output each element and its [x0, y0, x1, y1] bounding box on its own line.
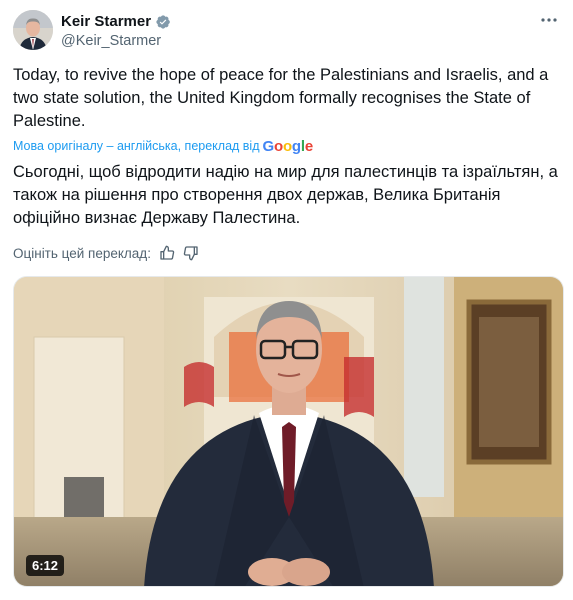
tweet-header: Keir Starmer @Keir_Starmer — [13, 10, 563, 52]
author-names: Keir Starmer @Keir_Starmer — [61, 12, 171, 51]
verified-badge-icon — [155, 14, 171, 30]
translated-tweet-text: Сьогодні, щоб відродити надію на мир для… — [13, 163, 558, 227]
translation-source-link[interactable]: Мова оригіналу – англійська, переклад ві… — [13, 139, 260, 153]
video-duration-badge: 6:12 — [26, 555, 65, 576]
google-logo: Google — [262, 137, 314, 155]
rate-translation-label: Оцініть цей переклад: — [13, 245, 151, 261]
avatar[interactable] — [13, 10, 53, 50]
thumbs-up-icon[interactable] — [159, 245, 175, 261]
author-display-name[interactable]: Keir Starmer — [61, 12, 171, 31]
rate-translation-row: Оцініть цей переклад: — [13, 244, 199, 262]
translation-attribution: Мова оригіналу – англійська, переклад ві… — [13, 137, 313, 155]
video-player[interactable]: 6:12 — [13, 276, 564, 587]
tweet-text: Today, to revive the hope of peace for t… — [13, 66, 549, 130]
author-handle[interactable]: @Keir_Starmer — [61, 32, 171, 51]
video-thumbnail — [14, 277, 563, 586]
more-horizontal-icon[interactable] — [537, 10, 561, 30]
author-name-text[interactable]: Keir Starmer — [61, 12, 151, 31]
thumbs-down-icon[interactable] — [183, 245, 199, 261]
